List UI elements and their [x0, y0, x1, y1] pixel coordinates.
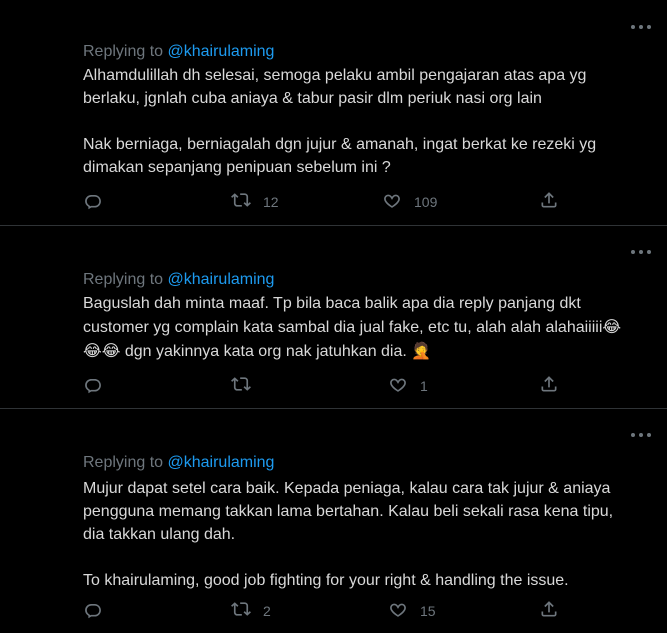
- tweet-line: To khairulaming, good job fighting for y…: [83, 572, 569, 589]
- tweet-line: Baguslah dah minta maaf. Tp bila baca ba…: [83, 295, 581, 312]
- like-count: 109: [414, 193, 438, 210]
- like-count: 1: [420, 377, 428, 394]
- replying-to: Replying to @khairulaming: [83, 43, 274, 61]
- reply-icon: [83, 190, 103, 213]
- retweet-icon: [231, 374, 251, 397]
- action-bar: 2 15: [83, 599, 563, 621]
- more-icon[interactable]: [631, 247, 651, 257]
- reply-button[interactable]: [83, 599, 115, 622]
- action-bar: 12 109: [83, 190, 563, 212]
- reply-button[interactable]: [83, 374, 115, 397]
- action-bar: 1: [83, 374, 563, 396]
- like-count: 15: [420, 602, 436, 619]
- laughing-emoji: 😂: [101, 341, 121, 360]
- tweet-line: Alhamdulillah dh selesai, semoga pelaku …: [83, 67, 587, 84]
- more-icon[interactable]: [631, 22, 651, 32]
- laughing-emoji: 😂: [602, 317, 622, 336]
- handle-link[interactable]: @khairulaming: [168, 454, 275, 471]
- like-button[interactable]: 1: [388, 374, 428, 397]
- replying-to-label: Replying to: [83, 43, 168, 60]
- replying-to-label: Replying to: [83, 271, 168, 288]
- tweet-line: Nak berniaga, berniagalah dgn jujur & am…: [83, 136, 597, 153]
- retweet-icon: [231, 599, 251, 622]
- retweet-icon: [231, 190, 251, 213]
- retweet-button[interactable]: 12: [231, 190, 279, 213]
- retweet-count: 12: [263, 193, 279, 210]
- reply-feed: Replying to @khairulaming Alhamdulillah …: [0, 0, 667, 633]
- reply-icon: [83, 374, 103, 397]
- retweet-button[interactable]: [231, 374, 263, 397]
- like-button[interactable]: 109: [382, 190, 437, 213]
- share-button[interactable]: [539, 190, 559, 213]
- reply-icon: [83, 599, 103, 622]
- facepalm-emoji: 🤦: [411, 341, 432, 360]
- share-button[interactable]: [539, 599, 559, 622]
- share-icon: [539, 599, 559, 622]
- tweet-line: dimakan sepanjang penipuan sebelum ini ?: [83, 159, 391, 176]
- like-icon: [388, 599, 408, 622]
- tweet-line: customer yg complain kata sambal dia jua…: [83, 319, 603, 336]
- replying-to: Replying to @khairulaming: [83, 454, 274, 472]
- reply-tweet[interactable]: Replying to @khairulaming Baguslah dah m…: [0, 226, 667, 409]
- tweet-line: berlaku, jgnlah cuba aniaya & tabur pasi…: [83, 90, 542, 107]
- tweet-line-with-emoji: customer yg complain kata sambal dia jua…: [83, 315, 663, 339]
- tweet-line-with-emoji: 😂😂 dgn yakinnya kata org nak jatuhkan di…: [83, 339, 663, 363]
- share-icon: [539, 190, 559, 213]
- replying-to-label: Replying to: [83, 454, 168, 471]
- reply-tweet[interactable]: Replying to @khairulaming Alhamdulillah …: [0, 0, 667, 226]
- like-icon: [382, 190, 402, 213]
- share-button[interactable]: [539, 374, 559, 397]
- reply-button[interactable]: [83, 190, 115, 213]
- like-icon: [388, 374, 408, 397]
- handle-link[interactable]: @khairulaming: [168, 271, 275, 288]
- tweet-text: Mujur dapat setel cara baik. Kepada peni…: [83, 477, 663, 592]
- tweet-line: Mujur dapat setel cara baik. Kepada peni…: [83, 480, 611, 497]
- replying-to: Replying to @khairulaming: [83, 271, 274, 289]
- tweet-line: pengguna memang takkan lama bertahan. Ka…: [83, 503, 614, 520]
- reply-tweet[interactable]: Replying to @khairulaming Mujur dapat se…: [0, 409, 667, 633]
- share-icon: [539, 374, 559, 397]
- retweet-button[interactable]: 2: [231, 599, 271, 622]
- more-icon[interactable]: [631, 430, 651, 440]
- laughing-emoji: 😂: [83, 341, 102, 360]
- retweet-count: 2: [263, 602, 271, 619]
- tweet-text: Baguslah dah minta maaf. Tp bila baca ba…: [83, 292, 663, 363]
- tweet-text: Alhamdulillah dh selesai, semoga pelaku …: [83, 64, 663, 179]
- handle-link[interactable]: @khairulaming: [168, 43, 275, 60]
- like-button[interactable]: 15: [388, 599, 436, 622]
- tweet-line: dgn yakinnya kata org nak jatuhkan dia.: [124, 343, 407, 360]
- tweet-line: dia takkan ulang dah.: [83, 526, 236, 543]
